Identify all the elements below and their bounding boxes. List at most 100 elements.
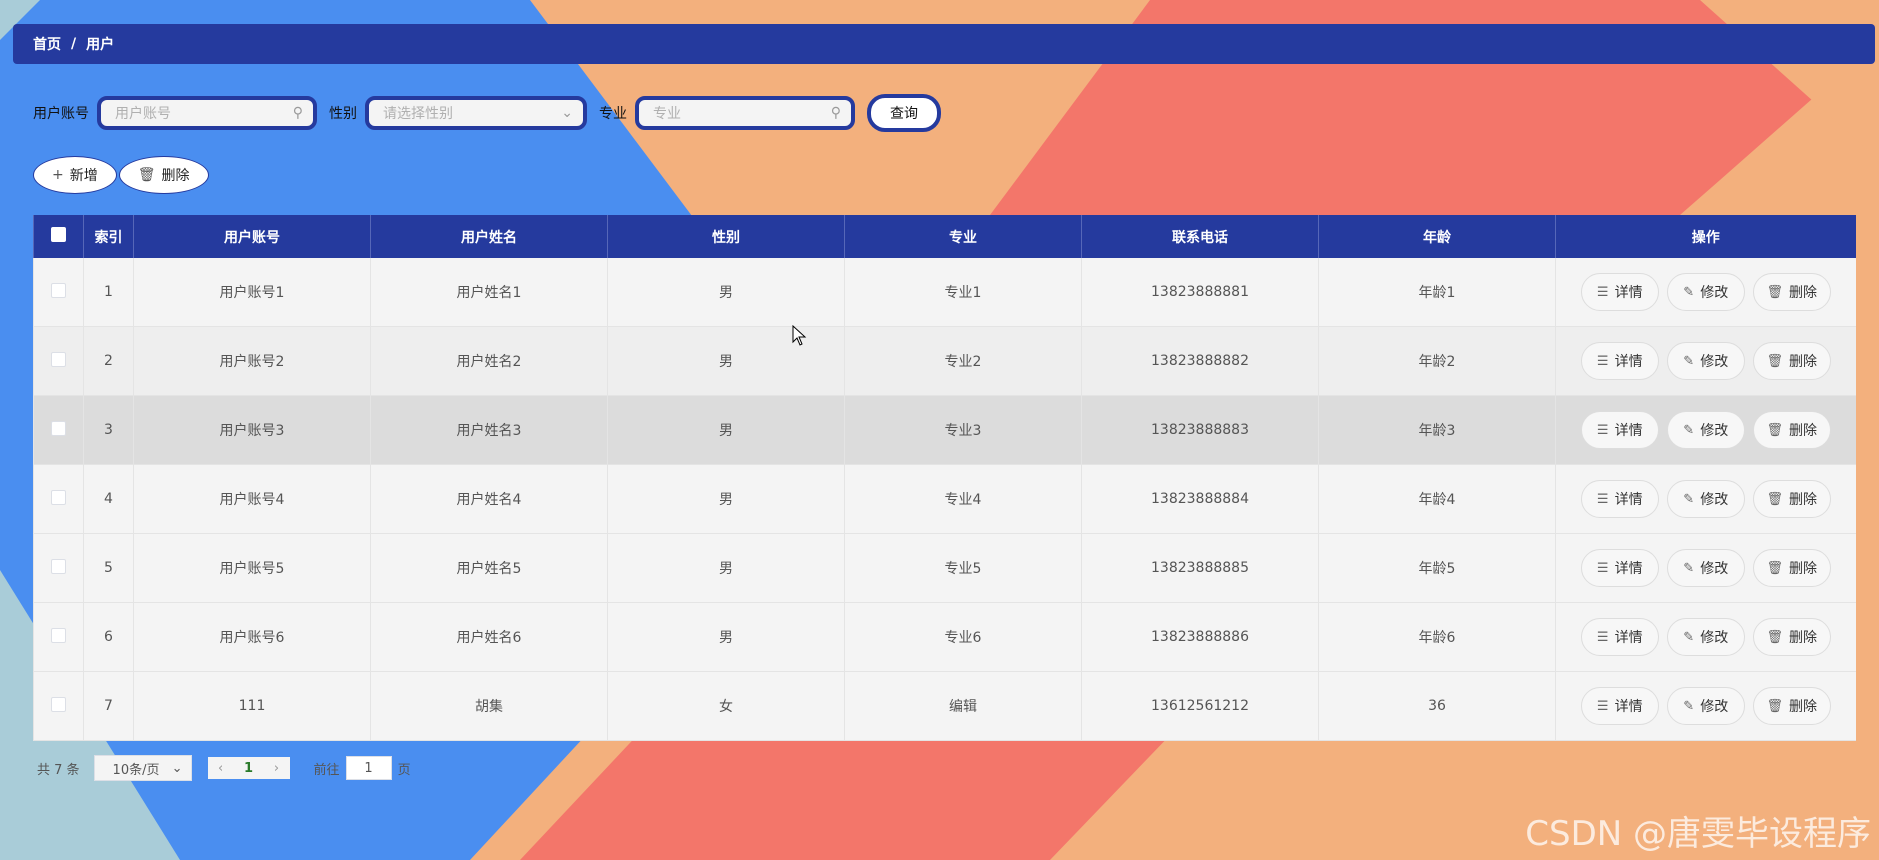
delete-button[interactable]: 🗑 删除 [1752, 411, 1831, 449]
select-cell[interactable] [33, 326, 84, 396]
chevron-down-icon: ⌄ [561, 105, 573, 121]
goto-page-input[interactable]: 1 [345, 756, 392, 780]
detail-button[interactable]: ☰ 详情 [1580, 342, 1659, 380]
account-placeholder: 用户账号 [115, 106, 171, 122]
row-actions: ☰ 详情 ✎ 修改 🗑 删除 [1556, 687, 1856, 725]
row-actions: ☰ 详情 ✎ 修改 🗑 删除 [1556, 480, 1856, 518]
cell-major: 专业3 [844, 395, 1082, 465]
prev-page-icon[interactable]: ‹ [218, 761, 223, 776]
header-account[interactable]: 用户账号 [133, 215, 371, 258]
detail-label: 详情 [1614, 423, 1643, 439]
edit-icon: ✎ [1683, 629, 1695, 645]
select-all-cell[interactable] [33, 215, 84, 258]
delete-button[interactable]: 🗑 删除 [1752, 480, 1831, 518]
header-gender[interactable]: 性别 [607, 215, 845, 258]
batch-delete-label: 删除 [161, 168, 190, 184]
select-cell[interactable] [33, 464, 84, 534]
edit-button[interactable]: ✎ 修改 [1666, 480, 1745, 518]
delete-label: 删除 [1789, 354, 1817, 370]
row-checkbox[interactable] [51, 489, 66, 505]
row-checkbox[interactable] [51, 282, 66, 298]
gender-placeholder: 请选择性别 [383, 106, 453, 122]
edit-button[interactable]: ✎ 修改 [1666, 549, 1745, 587]
chevron-down-icon: ⌄ [171, 760, 183, 776]
cell-ops: ☰ 详情 ✎ 修改 🗑 删除 [1555, 326, 1856, 396]
row-checkbox[interactable] [51, 420, 66, 436]
edit-label: 修改 [1700, 354, 1729, 370]
cell-index: 7 [83, 671, 134, 741]
edit-button[interactable]: ✎ 修改 [1666, 411, 1745, 449]
detail-button[interactable]: ☰ 详情 [1580, 549, 1659, 587]
header-major[interactable]: 专业 [844, 215, 1082, 258]
delete-button[interactable]: 🗑 删除 [1752, 273, 1831, 311]
row-actions: ☰ 详情 ✎ 修改 🗑 删除 [1556, 411, 1856, 449]
add-button[interactable]: + 新增 [33, 156, 117, 194]
delete-button[interactable]: 🗑 删除 [1752, 687, 1831, 725]
header-age[interactable]: 年龄 [1318, 215, 1556, 258]
goto-page: 前往 1 页 [314, 756, 411, 780]
edit-button[interactable]: ✎ 修改 [1666, 342, 1745, 380]
select-cell[interactable] [33, 258, 84, 327]
delete-label: 删除 [1789, 699, 1817, 715]
edit-button[interactable]: ✎ 修改 [1666, 687, 1745, 725]
delete-button[interactable]: 🗑 删除 [1752, 618, 1831, 656]
select-all-checkbox[interactable] [51, 227, 66, 242]
detail-icon: ☰ [1596, 560, 1609, 576]
row-checkbox[interactable] [51, 558, 66, 574]
edit-button[interactable]: ✎ 修改 [1666, 273, 1745, 311]
cell-age: 年龄6 [1318, 602, 1556, 672]
cell-major: 专业4 [844, 464, 1082, 534]
detail-button[interactable]: ☰ 详情 [1580, 411, 1659, 449]
delete-label: 删除 [1789, 492, 1817, 508]
row-actions: ☰ 详情 ✎ 修改 🗑 删除 [1556, 342, 1856, 380]
edit-button[interactable]: ✎ 修改 [1666, 618, 1745, 656]
header-name[interactable]: 用户姓名 [370, 215, 608, 258]
account-input[interactable]: 用户账号 ⚲ [97, 96, 317, 130]
delete-button[interactable]: 🗑 删除 [1752, 342, 1831, 380]
table-row: 3 用户账号3 用户姓名3 男专业3 13823888883 年龄3 ☰ 详情 ✎ 修改 🗑 删除 [33, 395, 1856, 465]
select-cell[interactable] [33, 533, 84, 603]
header-phone[interactable]: 联系电话 [1081, 215, 1319, 258]
current-page[interactable]: 1 [244, 761, 253, 776]
cell-index: 4 [83, 464, 134, 534]
detail-button[interactable]: ☰ 详情 [1580, 273, 1659, 311]
pagination: 共 7 条 10条/页 ⌄ ‹ 1 › 前往 1 页 [37, 755, 411, 781]
detail-button[interactable]: ☰ 详情 [1580, 618, 1659, 656]
cell-gender: 男 [607, 464, 845, 534]
edit-icon: ✎ [1683, 698, 1695, 714]
batch-delete-button[interactable]: 🗑 删除 [118, 156, 209, 194]
cell-phone: 13823888883 [1081, 395, 1319, 465]
next-page-icon[interactable]: › [274, 761, 279, 776]
delete-label: 删除 [1789, 561, 1817, 577]
cell-age: 年龄4 [1318, 464, 1556, 534]
header-index: 索引 [83, 215, 134, 258]
gender-select[interactable]: 请选择性别 ⌄ [365, 96, 587, 130]
breadcrumb-home[interactable]: 首页 [33, 34, 61, 54]
detail-icon: ☰ [1596, 284, 1609, 300]
trash-icon: 🗑 [1766, 422, 1783, 438]
edit-icon: ✎ [1683, 422, 1695, 438]
detail-button[interactable]: ☰ 详情 [1580, 687, 1659, 725]
detail-icon: ☰ [1596, 422, 1609, 438]
major-input[interactable]: 专业 ⚲ [635, 96, 855, 130]
cell-gender: 男 [607, 326, 845, 396]
delete-label: 删除 [1789, 423, 1817, 439]
row-checkbox[interactable] [51, 696, 66, 712]
detail-label: 详情 [1614, 630, 1643, 646]
edit-label: 修改 [1700, 423, 1729, 439]
delete-button[interactable]: 🗑 删除 [1752, 549, 1831, 587]
detail-label: 详情 [1614, 492, 1643, 508]
header-ops: 操作 [1555, 215, 1856, 258]
delete-label: 删除 [1789, 630, 1817, 646]
detail-button[interactable]: ☰ 详情 [1580, 480, 1659, 518]
row-checkbox[interactable] [51, 351, 66, 367]
page-size-select[interactable]: 10条/页 ⌄ [93, 755, 192, 781]
page-size-value: 10条/页 [112, 762, 160, 778]
select-cell[interactable] [33, 671, 84, 741]
select-cell[interactable] [33, 602, 84, 672]
row-actions: ☰ 详情 ✎ 修改 🗑 删除 [1556, 273, 1856, 311]
row-checkbox[interactable] [51, 627, 66, 643]
query-button[interactable]: 查询 [867, 94, 941, 132]
trash-icon: 🗑 [1766, 629, 1783, 645]
select-cell[interactable] [33, 395, 84, 465]
